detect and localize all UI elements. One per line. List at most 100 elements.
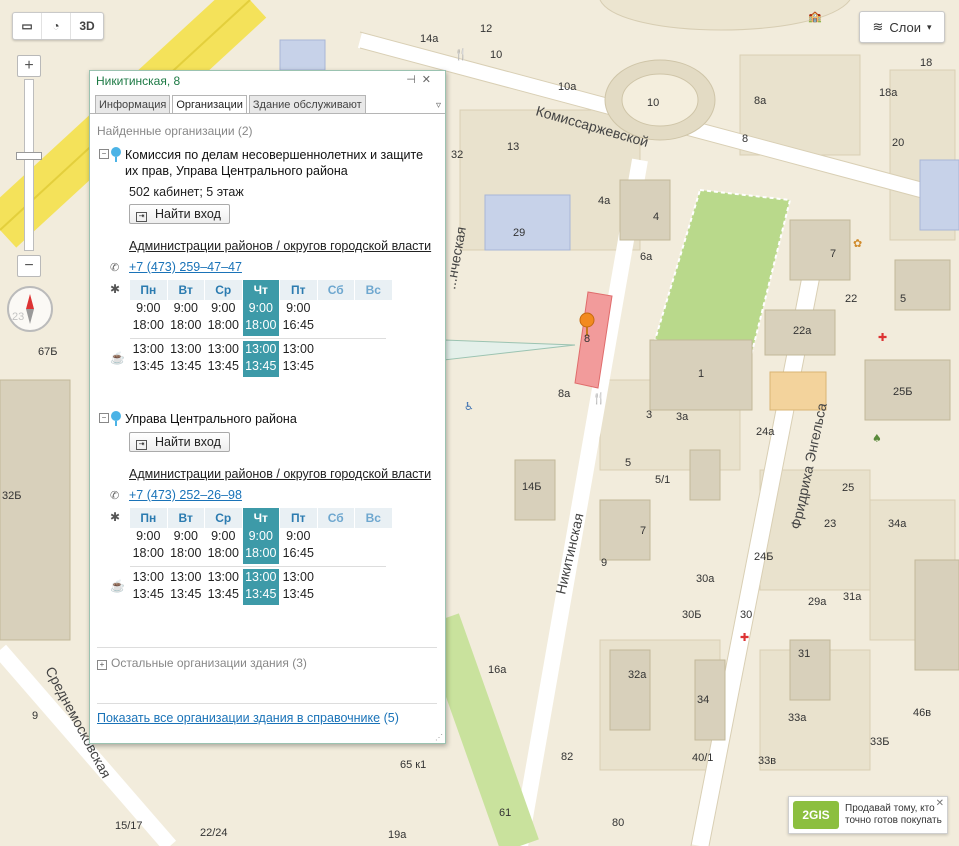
svg-text:22: 22: [845, 293, 857, 305]
svg-text:15/17: 15/17: [115, 820, 143, 832]
svg-text:1: 1: [698, 368, 704, 380]
svg-text:32Б: 32Б: [2, 490, 21, 502]
restaurant-icon: 🍴: [454, 48, 468, 61]
lunch-hours: 13:00 13:45: [132, 570, 164, 601]
org-name[interactable]: Комиссия по делам несовершеннолетних и з…: [125, 148, 423, 178]
ad-line-1: Продавай тому, кто: [845, 803, 935, 814]
work-hours-today: 9:00 18:00: [242, 528, 279, 564]
svg-text:4: 4: [653, 211, 659, 223]
svg-text:31: 31: [798, 648, 810, 660]
svg-text:13: 13: [507, 141, 519, 153]
lunch-hours: 13:00 13:45: [207, 570, 239, 601]
radius-icon[interactable]: ◔: [42, 13, 71, 39]
tab-organizations[interactable]: Организации: [172, 95, 247, 114]
svg-text:80: 80: [612, 817, 624, 829]
svg-text:30Б: 30Б: [682, 609, 701, 621]
work-hours: [355, 528, 392, 564]
clock-icon: ✱: [110, 282, 121, 296]
svg-text:3a: 3a: [676, 411, 689, 423]
work-hours: 9:00 18:00: [170, 301, 202, 332]
zoom-in-button[interactable]: +: [17, 55, 41, 77]
layers-button[interactable]: ≋ Слои ▾: [859, 11, 945, 43]
svg-text:14a: 14a: [420, 33, 439, 45]
day-header: Сб: [317, 508, 354, 528]
svg-text:34: 34: [697, 694, 709, 706]
lunch-hours: 13:00 13:45: [282, 342, 314, 373]
svg-text:3: 3: [646, 409, 652, 421]
org-name[interactable]: Управа Центрального района: [125, 412, 297, 426]
show-all-count: (5): [383, 711, 399, 725]
other-orgs-toggle[interactable]: + Остальные организации здания (3): [97, 656, 307, 670]
work-hours: 9:00 18:00: [170, 529, 202, 560]
org-category-link[interactable]: Администрации районов / округов городско…: [129, 238, 437, 254]
day-header: Пн: [130, 508, 167, 528]
location-pin-icon: [111, 411, 121, 426]
day-header: Сб: [317, 280, 354, 300]
svg-text:8: 8: [584, 333, 590, 345]
zoom-out-button[interactable]: −: [17, 255, 41, 277]
svg-text:25: 25: [842, 482, 854, 494]
svg-text:10: 10: [647, 97, 659, 109]
zoom-control: + −: [16, 55, 42, 277]
ruler-icon[interactable]: ▭: [13, 13, 42, 39]
find-entrance-button[interactable]: ⇥ Найти вход: [129, 204, 230, 224]
lunch-hours-today: 13:00 13:45: [242, 341, 279, 377]
svg-text:✿: ✿: [853, 237, 862, 250]
org-entry: − Управа Центрального района ⇥ Найти вход…: [97, 411, 437, 605]
collapse-icon[interactable]: −: [99, 413, 109, 423]
svg-text:33в: 33в: [758, 755, 776, 767]
resize-grip-icon[interactable]: ⋰: [435, 733, 443, 742]
svg-text:25Б: 25Б: [893, 386, 912, 398]
work-hours: 9:00 16:45: [282, 301, 314, 332]
svg-text:31a: 31a: [843, 591, 862, 603]
close-icon[interactable]: ✕: [422, 74, 437, 86]
lunch-hours-today: 13:00 13:45: [242, 569, 279, 605]
phone-link[interactable]: +7 (473) 252‒26‒98: [129, 488, 242, 502]
svg-text:9: 9: [32, 710, 38, 722]
card-title: Никитинская, 8: [96, 74, 181, 88]
svg-text:5/1: 5/1: [655, 474, 670, 486]
work-hours: [355, 300, 392, 336]
close-icon[interactable]: ✕: [936, 798, 944, 809]
found-orgs-label: Найденные организации (2): [97, 124, 253, 138]
collapse-icon[interactable]: −: [99, 149, 109, 159]
work-hours: [318, 528, 355, 564]
svg-text:8a: 8a: [558, 388, 571, 400]
card-tabs: Информация Организации Здание обслуживаю…: [95, 95, 368, 114]
tab-building-services[interactable]: Здание обслуживают: [248, 95, 366, 114]
work-hours: 9:00 18:00: [207, 529, 239, 560]
day-header: Вс: [355, 508, 392, 528]
lunch-hours: 13:00 13:45: [282, 570, 314, 601]
org-category-link[interactable]: Администрации районов / округов городско…: [129, 466, 437, 482]
zoom-slider-thumb[interactable]: [16, 152, 42, 160]
clock-icon: ✱: [110, 510, 121, 524]
show-all-orgs-link[interactable]: Показать все организации здания в справо…: [97, 711, 380, 725]
phone-link[interactable]: +7 (473) 259‒47‒47: [129, 260, 242, 274]
phone-icon: ✆: [110, 489, 120, 502]
tabs-scroll-icon[interactable]: ▿: [436, 100, 441, 111]
svg-text:5: 5: [625, 457, 631, 469]
find-entrance-button[interactable]: ⇥ Найти вход: [129, 432, 230, 452]
svg-text:67Б: 67Б: [38, 346, 57, 358]
svg-text:34a: 34a: [888, 518, 907, 530]
day-header: Вт: [167, 280, 204, 300]
svg-text:65 к1: 65 к1: [400, 759, 426, 771]
lunch-hours: 13:00 13:45: [132, 342, 164, 373]
work-hours-today: 9:00 18:00: [242, 300, 279, 336]
view-3d-button[interactable]: 3D: [71, 13, 103, 39]
svg-text:10: 10: [490, 49, 502, 61]
zoom-slider-track[interactable]: [16, 79, 42, 251]
svg-text:16a: 16a: [488, 664, 507, 676]
tab-info[interactable]: Информация: [95, 95, 171, 114]
lunch-hours: 13:00 13:45: [207, 342, 239, 373]
svg-text:9: 9: [601, 557, 607, 569]
phone-icon: ✆: [110, 261, 120, 274]
lunch-hours: [355, 341, 392, 377]
compass-control[interactable]: [7, 286, 53, 332]
svg-text:8: 8: [742, 133, 748, 145]
layers-label: Слои: [889, 19, 921, 35]
pin-icon[interactable]: ⊣: [406, 74, 422, 86]
location-marker-icon: [579, 312, 595, 328]
ad-banner[interactable]: 2GIS Продавай тому, кто точно готов поку…: [788, 796, 948, 834]
map-tools-bar: ▭ ◔ 3D: [12, 12, 104, 40]
